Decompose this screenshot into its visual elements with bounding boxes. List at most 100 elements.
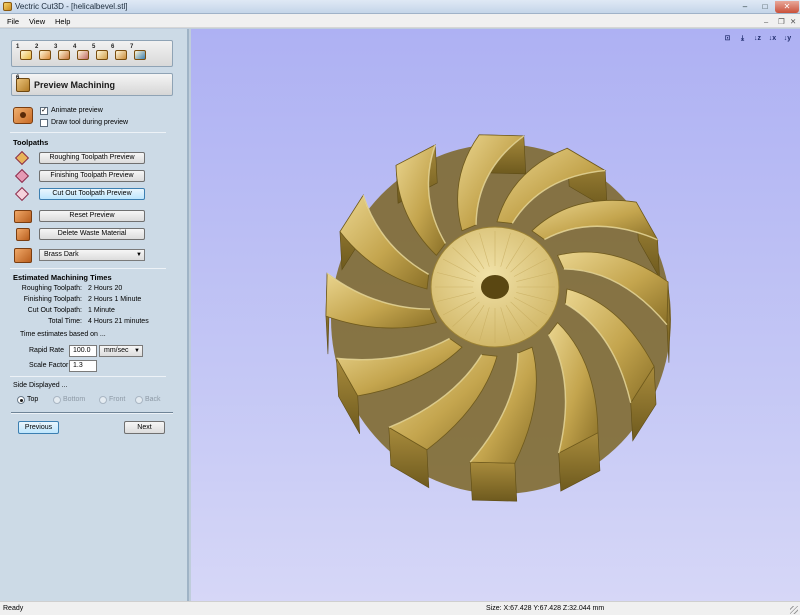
- chevron-down-icon: ▼: [134, 348, 140, 354]
- roughing-time-value: 2 Hours 20: [88, 285, 123, 292]
- menu-help[interactable]: Help: [55, 17, 70, 26]
- close-button[interactable]: ✕: [775, 1, 799, 13]
- side-top-label: Top: [27, 396, 39, 403]
- toolpaths-heading: Toolpaths: [13, 138, 49, 147]
- icon-shape: [77, 50, 89, 60]
- finishing-time-label: Finishing Toolpath:: [23, 296, 82, 303]
- side-displayed-heading: Side Displayed ...: [13, 382, 68, 389]
- model-size-readout: Size: X:67.428 Y:67.428 Z:32.044 mm: [486, 605, 605, 612]
- machining-times-heading: Estimated Machining Times: [13, 273, 112, 282]
- panel-title: Preview Machining: [34, 80, 116, 90]
- step-number: 1: [16, 44, 20, 50]
- step-number: 6: [111, 44, 115, 50]
- title-bar: Vectric Cut3D - [helicalbevel.stl] – □ ✕: [0, 0, 800, 14]
- side-top-radio[interactable]: [17, 396, 25, 404]
- estimates-note: Time estimates based on ...: [20, 331, 106, 338]
- roughing-preview-button[interactable]: Roughing Toolpath Preview: [39, 152, 145, 164]
- gear-body: [325, 134, 671, 502]
- preview-machining-header[interactable]: 6 Preview Machining: [11, 73, 173, 96]
- finishing-toolpath-icon: [14, 168, 32, 184]
- gear-tooth-side: [469, 461, 518, 502]
- roughing-time-label: Roughing Toolpath:: [21, 285, 82, 292]
- resize-grip-icon[interactable]: [790, 606, 798, 614]
- gear-model: [325, 134, 671, 502]
- animate-icon: [13, 107, 33, 124]
- wizard-toolbar: 1 2 3 4 5 6 7: [11, 40, 173, 67]
- scale-factor-label: Scale Factor: [29, 362, 69, 369]
- separator: [10, 376, 166, 377]
- side-bottom-radio[interactable]: [53, 396, 61, 404]
- total-time-label: Total Time:: [48, 318, 82, 325]
- finishing-icon[interactable]: 5: [92, 44, 109, 62]
- 3d-viewport[interactable]: ⊡ ⤓ ↓z ↓x ↓y: [191, 29, 800, 601]
- rapid-rate-input[interactable]: 100.0: [69, 345, 97, 357]
- doc-minimize-icon[interactable]: –: [764, 17, 768, 26]
- step-number: 5: [92, 44, 96, 50]
- orientation-icon[interactable]: 2: [35, 44, 52, 62]
- status-text: Ready: [3, 605, 24, 612]
- reset-preview-button[interactable]: Reset Preview: [39, 210, 145, 222]
- cutout-time-label: Cut Out Toolpath:: [27, 307, 82, 314]
- material-select-value: Brass Dark: [44, 251, 79, 258]
- save-toolpath-icon[interactable]: 7: [130, 44, 147, 62]
- icon-shape: [134, 50, 146, 60]
- status-bar: Ready Size: X:67.428 Y:67.428 Z:32.044 m…: [0, 601, 800, 615]
- app-icon: [3, 2, 12, 11]
- icon-shape: [39, 50, 51, 60]
- scale-factor-input[interactable]: 1.3: [69, 360, 97, 372]
- next-button[interactable]: Next: [124, 421, 165, 434]
- material-select[interactable]: Brass Dark ▼: [39, 249, 145, 261]
- rapid-rate-unit-select[interactable]: mm/sec ▼: [99, 345, 143, 357]
- rapid-rate-unit: mm/sec: [104, 347, 129, 354]
- rapid-rate-label: Rapid Rate: [29, 347, 65, 354]
- wizard-panel: 1 2 3 4 5 6 7 6 Preview Machining ✓ Animate pr…: [0, 29, 189, 601]
- minimize-button[interactable]: –: [735, 1, 755, 13]
- model-size-icon[interactable]: 3: [54, 44, 71, 62]
- material-swatch-icon: [14, 248, 32, 263]
- preview-step-icon: 6: [16, 75, 30, 92]
- finishing-time-value: 2 Hours 1 Minute: [88, 296, 142, 303]
- icon-shape: [58, 50, 70, 60]
- animate-preview-checkbox[interactable]: ✓: [40, 107, 48, 115]
- cutout-toolpath-icon: [14, 186, 32, 202]
- side-front-radio[interactable]: [99, 396, 107, 404]
- side-back-radio[interactable]: [135, 396, 143, 404]
- side-bottom-label: Bottom: [63, 396, 86, 403]
- animate-preview-label: Animate preview: [51, 107, 103, 114]
- roughing-toolpath-icon: [14, 150, 32, 166]
- finishing-preview-button[interactable]: Finishing Toolpath Preview: [39, 170, 145, 182]
- side-back-label: Back: [145, 396, 161, 403]
- cutout-time-value: 1 Minute: [88, 307, 115, 314]
- menu-view[interactable]: View: [29, 17, 45, 26]
- previous-button[interactable]: Previous: [18, 421, 59, 434]
- icon-shape: [20, 50, 32, 60]
- maximize-button[interactable]: □: [755, 1, 775, 13]
- chevron-down-icon: ▼: [136, 252, 142, 258]
- separator: [10, 268, 166, 269]
- separator: [10, 132, 166, 133]
- menu-file[interactable]: File: [7, 17, 19, 26]
- window-title: Vectric Cut3D - [helicalbevel.stl]: [15, 2, 128, 11]
- step-number: 7: [130, 44, 134, 50]
- draw-tool-checkbox[interactable]: [40, 119, 48, 127]
- doc-close-icon[interactable]: ✕: [790, 17, 796, 26]
- menu-bar: File View Help – ❐ ✕: [0, 14, 800, 28]
- icon-shape: [96, 50, 108, 60]
- step-number: 4: [73, 44, 77, 50]
- gear-bore: [481, 275, 509, 299]
- doc-restore-icon[interactable]: ❐: [778, 17, 785, 26]
- delete-waste-icon: [16, 228, 30, 241]
- draw-tool-label: Draw tool during preview: [51, 119, 129, 126]
- separator: [11, 412, 173, 414]
- preview-icon[interactable]: 6: [111, 44, 128, 62]
- step-number: 3: [54, 44, 58, 50]
- cutout-preview-button[interactable]: Cut Out Toolpath Preview: [39, 188, 145, 200]
- roughing-icon[interactable]: 4: [73, 44, 90, 62]
- side-front-label: Front: [109, 396, 126, 403]
- reset-preview-icon: [14, 210, 32, 223]
- step-number: 2: [35, 44, 39, 50]
- delete-waste-button[interactable]: Delete Waste Material: [39, 228, 145, 240]
- open-file-icon[interactable]: 1: [16, 44, 33, 62]
- total-time-value: 4 Hours 21 minutes: [88, 318, 149, 325]
- icon-shape: [115, 50, 127, 60]
